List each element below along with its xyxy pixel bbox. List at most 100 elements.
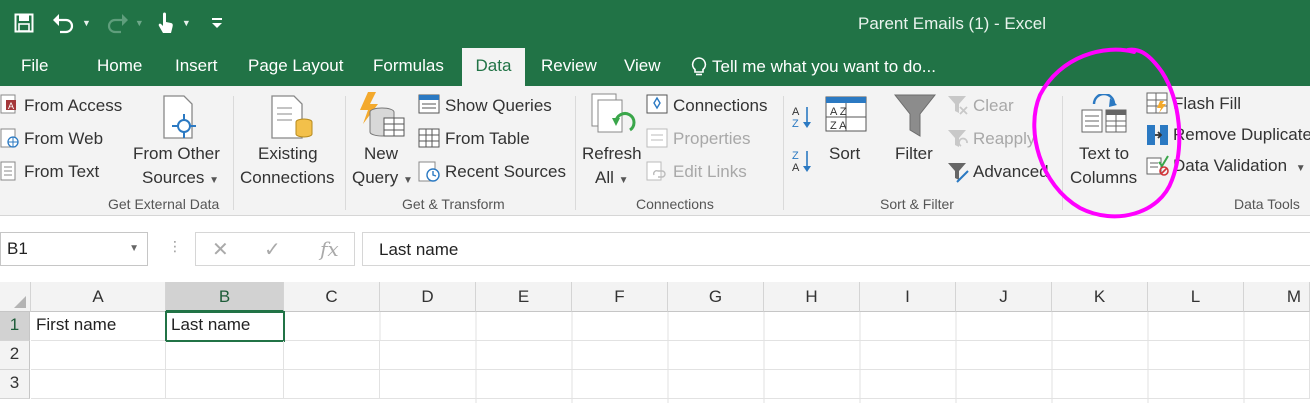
- separator: [233, 96, 234, 210]
- tab-view[interactable]: View: [624, 56, 661, 76]
- tab-file[interactable]: File: [21, 56, 48, 76]
- existing-connections-label-2[interactable]: Connections: [240, 168, 335, 188]
- sort-za-text: Z A: [830, 120, 847, 132]
- flash-fill-button[interactable]: Flash Fill: [1173, 94, 1241, 114]
- properties-icon: [646, 128, 668, 153]
- column-header[interactable]: H: [764, 282, 860, 312]
- refresh-all-button[interactable]: All ▼: [595, 168, 629, 188]
- text-to-columns-label-1[interactable]: Text to: [1079, 144, 1129, 164]
- column-header[interactable]: J: [956, 282, 1052, 312]
- tab-insert[interactable]: Insert: [175, 56, 218, 76]
- cell-a1[interactable]: First name: [31, 312, 166, 341]
- column-header[interactable]: K: [1052, 282, 1148, 312]
- empty-cells[interactable]: [380, 341, 1310, 370]
- column-header[interactable]: B: [166, 282, 284, 312]
- row-header[interactable]: 3: [0, 370, 30, 399]
- cell-b1[interactable]: Last name: [165, 311, 285, 342]
- cell-a2[interactable]: [31, 341, 166, 370]
- tell-me-text: Tell me what you want to do...: [712, 57, 936, 76]
- from-access-button[interactable]: From Access: [24, 96, 122, 116]
- customize-qat-icon[interactable]: [211, 9, 223, 37]
- enter-icon[interactable]: ✓: [264, 237, 281, 262]
- column-header[interactable]: M: [1244, 282, 1310, 312]
- ribbon-data: A From Access From Web From Text From Ot…: [0, 86, 1310, 216]
- svg-text:A: A: [8, 101, 14, 111]
- undo-dropdown-icon[interactable]: ▼: [82, 18, 91, 28]
- from-other-sources-label-1[interactable]: From Other: [133, 144, 220, 164]
- save-icon[interactable]: [14, 9, 34, 37]
- column-header[interactable]: E: [476, 282, 572, 312]
- touch-mode-icon[interactable]: [156, 9, 176, 37]
- redo-icon[interactable]: [105, 9, 129, 37]
- from-web-button[interactable]: From Web: [24, 129, 103, 149]
- formula-bar-resize-handle[interactable]: ⋮: [168, 238, 182, 255]
- column-header[interactable]: A: [31, 282, 166, 312]
- sort-dialog-icon: A Z Z A: [825, 96, 867, 137]
- data-validation-button[interactable]: Data Validation ▼: [1173, 156, 1306, 176]
- tab-page-layout[interactable]: Page Layout: [248, 56, 343, 76]
- column-header[interactable]: G: [668, 282, 764, 312]
- reapply-button[interactable]: Reapply: [973, 129, 1035, 149]
- chevron-down-icon: ▼: [1295, 163, 1306, 174]
- text-to-columns-icon: [1080, 92, 1128, 139]
- column-header[interactable]: C: [284, 282, 380, 312]
- flash-fill-icon: [1146, 92, 1170, 119]
- web-icon: [0, 128, 22, 155]
- data-validation-icon: [1146, 154, 1170, 181]
- row-header[interactable]: 1: [0, 312, 30, 341]
- cancel-icon[interactable]: ✕: [212, 237, 229, 262]
- from-table-button[interactable]: From Table: [445, 129, 530, 149]
- text-to-columns-label-2[interactable]: Columns: [1070, 168, 1137, 188]
- column-header[interactable]: I: [860, 282, 956, 312]
- cell-c2[interactable]: [284, 341, 380, 370]
- ribbon-tabs: File Home Insert Page Layout Formulas Da…: [0, 48, 1310, 86]
- tab-review[interactable]: Review: [541, 56, 597, 76]
- sort-z-to-a-icon[interactable]: ZA: [792, 148, 814, 179]
- cell-c3[interactable]: [284, 370, 380, 399]
- undo-icon[interactable]: [52, 9, 76, 37]
- svg-text:Z: Z: [792, 150, 799, 162]
- edit-links-button[interactable]: Edit Links: [673, 162, 747, 182]
- recent-sources-icon: [418, 161, 442, 188]
- separator: [1062, 96, 1063, 210]
- show-queries-button[interactable]: Show Queries: [445, 96, 552, 116]
- from-text-button[interactable]: From Text: [24, 162, 99, 182]
- tab-formulas[interactable]: Formulas: [373, 56, 444, 76]
- empty-cells[interactable]: [380, 370, 1310, 399]
- new-query-button[interactable]: Query ▼: [352, 168, 413, 188]
- column-header[interactable]: L: [1148, 282, 1244, 312]
- properties-button[interactable]: Properties: [673, 129, 750, 149]
- clear-button[interactable]: Clear: [973, 96, 1014, 116]
- refresh-all-label-1[interactable]: Refresh: [582, 144, 642, 164]
- filter-icon: [893, 94, 937, 143]
- new-query-label-1[interactable]: New: [364, 144, 398, 164]
- recent-sources-button[interactable]: Recent Sources: [445, 162, 566, 182]
- empty-cells[interactable]: [285, 312, 1310, 341]
- formula-input[interactable]: Last name: [362, 232, 1310, 266]
- insert-function-icon[interactable]: fx: [320, 237, 339, 261]
- cell-a3[interactable]: [31, 370, 166, 399]
- name-box[interactable]: B1 ▼: [0, 232, 148, 266]
- row-header[interactable]: 2: [0, 341, 30, 370]
- cell-b2[interactable]: [166, 341, 284, 370]
- column-header[interactable]: F: [572, 282, 668, 312]
- column-header[interactable]: D: [380, 282, 476, 312]
- from-other-sources-button[interactable]: Sources ▼: [142, 168, 219, 188]
- connections-button[interactable]: Connections: [673, 96, 768, 116]
- tab-data[interactable]: Data: [462, 48, 525, 86]
- reapply-icon: [947, 128, 969, 155]
- redo-dropdown-icon[interactable]: ▼: [135, 18, 144, 28]
- existing-connections-label-1[interactable]: Existing: [258, 144, 318, 164]
- chevron-down-icon[interactable]: ▼: [129, 243, 139, 254]
- tab-home[interactable]: Home: [97, 56, 142, 76]
- touch-mode-dropdown-icon[interactable]: ▼: [182, 18, 191, 28]
- tell-me-box[interactable]: Tell me what you want to do...: [690, 56, 936, 78]
- select-all-corner[interactable]: [0, 282, 31, 312]
- filter-button[interactable]: Filter: [895, 144, 933, 164]
- sort-button[interactable]: Sort: [829, 144, 860, 164]
- advanced-button[interactable]: Advanced: [973, 162, 1049, 182]
- sort-a-to-z-icon[interactable]: AZ: [792, 104, 814, 135]
- remove-duplicates-button[interactable]: Remove Duplicates: [1173, 125, 1310, 145]
- cell-b3[interactable]: [166, 370, 284, 399]
- access-icon: A: [0, 94, 22, 121]
